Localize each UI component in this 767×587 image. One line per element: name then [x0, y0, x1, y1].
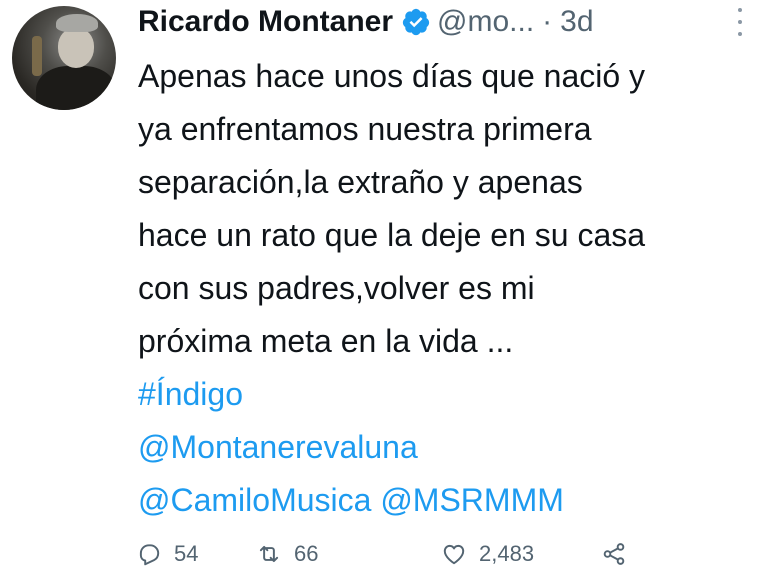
more-dot	[738, 8, 742, 12]
tweet-line: ya enfrentamos nuestra primera	[138, 111, 592, 147]
retweet-count: 66	[294, 541, 319, 566]
heart-icon	[443, 544, 465, 565]
mention-link[interactable]: @Montanerevaluna	[138, 421, 763, 474]
retweet-icon	[259, 545, 279, 563]
verified-badge-icon	[402, 8, 430, 36]
reply-count: 54	[174, 541, 199, 566]
share-button[interactable]	[601, 541, 627, 567]
separator-dot: ·	[542, 5, 553, 38]
more-dot	[738, 20, 742, 24]
more-options-icon[interactable]	[734, 8, 746, 36]
author-handle[interactable]: @mo...	[437, 5, 534, 39]
tweet-line: separación,la extraño y apenas	[138, 164, 583, 200]
avatar-microphone	[32, 36, 42, 76]
author-name[interactable]: Ricardo Montaner	[138, 5, 393, 39]
retweet-button[interactable]: 66	[256, 541, 441, 567]
tweet-line: próxima meta en la vida ...	[138, 323, 514, 359]
tweet-line: Apenas hace unos días que nació y	[138, 58, 646, 94]
avatar[interactable]	[12, 6, 116, 110]
avatar-hair	[56, 14, 98, 32]
reply-icon	[139, 544, 160, 566]
more-dot	[738, 32, 742, 36]
like-button[interactable]: 2,483	[441, 541, 601, 567]
tweet-text: Apenas hace unos días que nació y ya enf…	[138, 50, 763, 527]
avatar-face	[58, 28, 94, 68]
hashtag-link[interactable]: #Índigo	[138, 368, 763, 421]
mention-link[interactable]: @CamiloMusica @MSRMMM	[138, 474, 763, 527]
tweet-header: Ricardo Montaner @mo... · 3d	[138, 2, 594, 42]
tweet-actions: 54 66 2,483	[136, 537, 627, 571]
share-icon	[603, 543, 625, 565]
tweet-line: hace un rato que la deje en su casa	[138, 217, 646, 253]
tweet-timestamp[interactable]: 3d	[560, 5, 593, 39]
reply-button[interactable]: 54	[136, 541, 256, 567]
avatar-body	[36, 66, 116, 110]
tweet-line: con sus padres,volver es mi	[138, 270, 535, 306]
like-count: 2,483	[479, 541, 535, 566]
